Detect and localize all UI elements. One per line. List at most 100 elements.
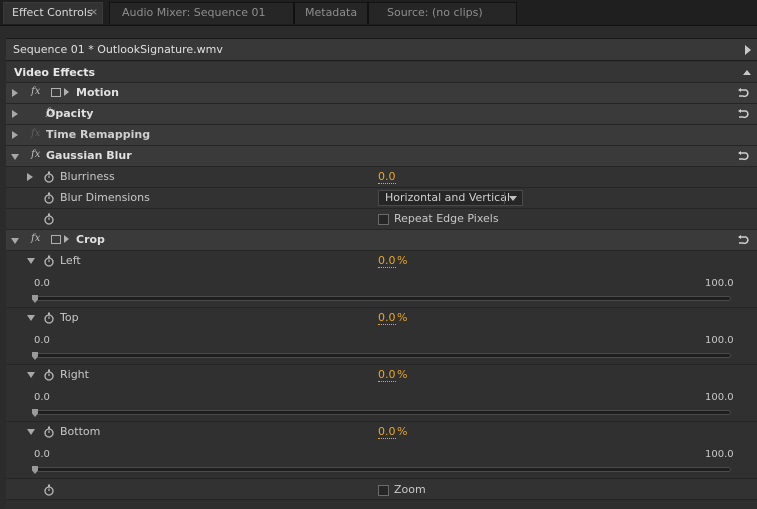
reset-icon[interactable]: [737, 108, 749, 120]
transform-box-icon[interactable]: [51, 235, 61, 244]
property-row-repeat-edge: Repeat Edge Pixels: [6, 209, 757, 230]
collapse-triangle-icon[interactable]: [27, 372, 35, 378]
property-row-blur-dimensions: Blur Dimensions Horizontal and Vertical: [6, 188, 757, 209]
effect-name: Opacity: [46, 107, 94, 120]
tab-label: Source: (no clips): [387, 6, 483, 19]
stopwatch-icon[interactable]: [43, 255, 55, 267]
property-label: Top: [60, 311, 79, 324]
expand-triangle-icon[interactable]: [12, 110, 18, 118]
crop-bottom-value[interactable]: 0.0: [378, 426, 396, 439]
tab-label: Audio Mixer: Sequence 01: [122, 6, 266, 19]
video-effects-label: Video Effects: [14, 66, 96, 79]
blurriness-value[interactable]: 0.0: [378, 171, 396, 184]
sequence-clip-header[interactable]: Sequence 01 * OutlookSignature.wmv: [6, 39, 757, 61]
unit-label: %: [397, 254, 408, 267]
effect-row-motion[interactable]: fx Motion: [6, 83, 757, 104]
fx-icon[interactable]: fx: [31, 149, 40, 160]
property-row-blurriness: Blurriness 0.0: [6, 167, 757, 188]
crop-bottom-slider[interactable]: [34, 467, 731, 472]
unit-label: %: [397, 425, 408, 438]
collapse-up-icon[interactable]: [743, 70, 751, 75]
crop-top-value[interactable]: 0.0: [378, 312, 396, 325]
slider-thumb[interactable]: [32, 352, 38, 360]
checkbox-label: Zoom: [394, 483, 426, 496]
reset-icon[interactable]: [737, 234, 749, 246]
expand-triangle-icon[interactable]: [12, 131, 18, 139]
slider-thumb[interactable]: [32, 466, 38, 474]
collapse-triangle-icon[interactable]: [11, 238, 19, 244]
expand-triangle-icon[interactable]: [27, 173, 33, 181]
stopwatch-icon[interactable]: [43, 369, 55, 381]
property-row-crop-left: Left 0.0 % 0.0 100.0: [6, 251, 757, 308]
stopwatch-icon[interactable]: [43, 426, 55, 438]
slider-max-label: 100.0: [705, 335, 734, 346]
crop-top-slider[interactable]: [34, 353, 731, 358]
blur-dimensions-dropdown[interactable]: Horizontal and Vertical: [378, 190, 523, 206]
effect-name: Motion: [76, 86, 119, 99]
stopwatch-icon[interactable]: [43, 171, 55, 183]
dropdown-value: Horizontal and Vertical: [385, 191, 511, 204]
transform-box-icon[interactable]: [51, 88, 61, 97]
crop-right-slider[interactable]: [34, 410, 731, 415]
property-row-crop-bottom: Bottom 0.0 % 0.0 100.0: [6, 422, 757, 479]
crop-left-value[interactable]: 0.0: [378, 255, 396, 268]
fx-disabled-icon: fx: [31, 128, 41, 139]
crop-left-slider[interactable]: [34, 296, 731, 301]
zoom-checkbox[interactable]: [378, 485, 389, 496]
property-row-crop-right: Right 0.0 % 0.0 100.0: [6, 365, 757, 422]
sequence-label: Sequence 01 * OutlookSignature.wmv: [13, 43, 223, 56]
dropdown-divider: [504, 192, 505, 204]
transform-arrow-icon: [64, 88, 69, 96]
property-row-crop-top: Top 0.0 % 0.0 100.0: [6, 308, 757, 365]
stopwatch-icon[interactable]: [43, 484, 55, 496]
unit-label: %: [397, 368, 408, 381]
stopwatch-icon[interactable]: [43, 213, 55, 225]
slider-max-label: 100.0: [705, 392, 734, 403]
reset-icon[interactable]: [737, 150, 749, 162]
effect-name: Crop: [76, 233, 105, 246]
crop-right-value[interactable]: 0.0: [378, 369, 396, 382]
tab-source[interactable]: Source: (no clips): [368, 2, 517, 24]
show-timeline-arrow-icon[interactable]: [745, 45, 751, 55]
checkbox-label: Repeat Edge Pixels: [394, 212, 499, 225]
tab-label: Effect Controls: [12, 6, 93, 19]
close-icon[interactable]: ×: [90, 3, 98, 23]
reset-icon[interactable]: [737, 87, 749, 99]
tab-audio-mixer[interactable]: Audio Mixer: Sequence 01: [109, 2, 294, 24]
effect-row-opacity[interactable]: fx Opacity: [6, 104, 757, 125]
stopwatch-icon[interactable]: [43, 312, 55, 324]
stopwatch-icon[interactable]: [43, 192, 55, 204]
property-label: Right: [60, 368, 89, 381]
collapse-triangle-icon[interactable]: [27, 315, 35, 321]
effect-row-crop[interactable]: fx Crop: [6, 230, 757, 251]
effect-name: Time Remapping: [46, 128, 151, 141]
collapse-triangle-icon[interactable]: [27, 258, 35, 264]
repeat-edge-checkbox[interactable]: [378, 214, 389, 225]
collapse-triangle-icon[interactable]: [11, 154, 19, 160]
collapse-triangle-icon[interactable]: [27, 429, 35, 435]
fx-icon[interactable]: fx: [31, 233, 40, 244]
slider-thumb[interactable]: [32, 409, 38, 417]
slider-min-label: 0.0: [34, 392, 50, 403]
dropdown-arrow-icon[interactable]: [509, 196, 517, 201]
property-row-zoom: Zoom: [6, 479, 757, 500]
slider-min-label: 0.0: [34, 335, 50, 346]
unit-label: %: [397, 311, 408, 324]
fx-icon[interactable]: fx: [31, 86, 40, 97]
transform-arrow-icon: [64, 235, 69, 243]
slider-max-label: 100.0: [705, 449, 734, 460]
slider-thumb[interactable]: [32, 295, 38, 303]
slider-max-label: 100.0: [705, 278, 734, 289]
slider-min-label: 0.0: [34, 449, 50, 460]
effect-row-time-remapping[interactable]: fx Time Remapping: [6, 125, 757, 146]
property-label: Blurriness: [60, 170, 115, 183]
effect-name: Gaussian Blur: [46, 149, 132, 162]
effect-row-gaussian-blur[interactable]: fx Gaussian Blur: [6, 146, 757, 167]
video-effects-header: Video Effects: [6, 62, 757, 83]
tab-label: Metadata: [305, 6, 358, 19]
tab-metadata[interactable]: Metadata: [294, 2, 368, 24]
expand-triangle-icon[interactable]: [12, 89, 18, 97]
tab-effect-controls[interactable]: Effect Controls ×: [3, 2, 103, 24]
property-label: Bottom: [60, 425, 101, 438]
effect-controls-panel: Sequence 01 * OutlookSignature.wmv Video…: [6, 38, 757, 509]
